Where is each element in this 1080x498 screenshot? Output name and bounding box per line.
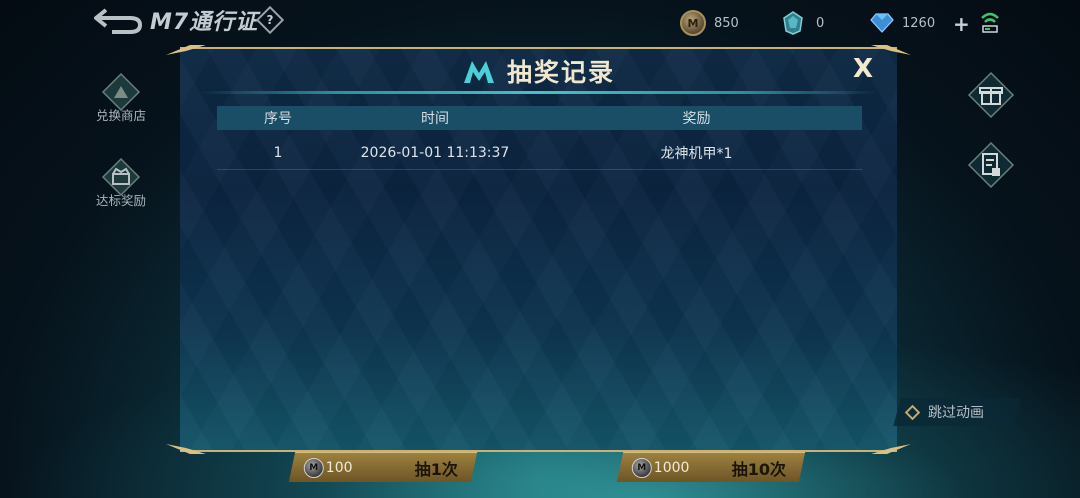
checkbox-diamond-icon bbox=[904, 404, 921, 420]
close-button[interactable]: X bbox=[851, 56, 875, 82]
dialog-title: 抽奖记录 bbox=[507, 58, 616, 87]
draw-ten-cost: 1000 bbox=[653, 459, 690, 476]
network-status-icon bbox=[981, 12, 999, 33]
column-header-reward: 奖励 bbox=[682, 111, 711, 127]
quest-list-icon[interactable] bbox=[967, 141, 1015, 189]
gift-icon[interactable] bbox=[967, 71, 1015, 119]
sidebar-item-reward[interactable]: 达标奖励 bbox=[84, 157, 158, 209]
add-currency-button[interactable]: + bbox=[953, 12, 970, 36]
help-icon-label: ? bbox=[266, 13, 274, 27]
m-coin-icon: M bbox=[680, 10, 706, 36]
diamond-icon bbox=[870, 13, 894, 33]
top-bar: M7通行证 ? M 850 0 1260 + bbox=[0, 0, 1080, 44]
draw-record-dialog: 抽奖记录 X 序号 时间 奖励 1 2026-01-01 11:13:37 龙神… bbox=[166, 45, 911, 454]
sidebar-item-label: 兑换商店 bbox=[95, 108, 146, 123]
column-header-index: 序号 bbox=[264, 111, 292, 127]
sidebar-item-label: 达标奖励 bbox=[95, 193, 146, 208]
column-header-time: 时间 bbox=[421, 111, 449, 127]
draw-once-cost: 100 bbox=[325, 459, 353, 476]
draw-ten-button[interactable]: M 1000 抽10次 bbox=[616, 452, 806, 482]
table-row: 1 2026-01-01 11:13:37 龙神机甲*1 bbox=[217, 137, 862, 170]
title-divider bbox=[200, 91, 877, 94]
m7-logo-icon bbox=[463, 61, 494, 83]
draw-once-label: 抽1次 bbox=[414, 459, 458, 479]
corner-ornament bbox=[166, 444, 206, 454]
row-index: 1 bbox=[273, 145, 283, 161]
skip-animation-button[interactable]: 跳过动画 bbox=[893, 398, 1021, 426]
draw-once-button[interactable]: M 100 抽1次 bbox=[288, 452, 478, 482]
draw-ten-label: 抽10次 bbox=[731, 459, 786, 479]
row-reward: 龙神机甲*1 bbox=[660, 146, 733, 162]
dialog-header: 抽奖记录 bbox=[180, 53, 897, 89]
crystal-icon bbox=[783, 11, 803, 35]
corner-ornament bbox=[871, 444, 911, 454]
diamond-value: 1260 bbox=[902, 15, 936, 31]
skip-animation-label: 跳过动画 bbox=[928, 405, 984, 421]
m-coin-value: 850 bbox=[714, 15, 739, 31]
m-coin-balance: M 850 bbox=[680, 10, 739, 36]
back-arrow-icon[interactable] bbox=[92, 6, 144, 34]
m-coin-icon: M bbox=[631, 457, 652, 478]
crystal-value: 0 bbox=[816, 15, 825, 31]
pass-title: M7通行证 bbox=[150, 10, 259, 35]
sidebar-item-shop[interactable]: 兑换商店 bbox=[84, 72, 158, 124]
m-coin-icon: M bbox=[303, 457, 324, 478]
table-header: 序号 时间 奖励 bbox=[217, 106, 862, 130]
row-time: 2026-01-01 11:13:37 bbox=[360, 145, 510, 161]
help-icon[interactable]: ? bbox=[255, 5, 285, 35]
diamond-balance: 1260 bbox=[870, 10, 935, 36]
crystal-balance: 0 bbox=[782, 10, 824, 36]
